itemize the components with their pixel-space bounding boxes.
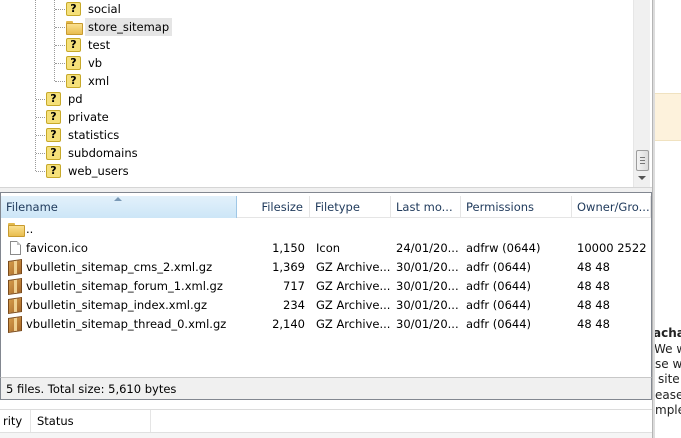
file-list-header: Filename Filesize Filetype Last mo... Pe… [1, 196, 651, 218]
background-text-line: ease [655, 388, 681, 402]
file-permissions: adfr (0644) [466, 317, 532, 331]
file-last-modified: 24/01/20... [396, 241, 458, 255]
file-size: 1,369 [272, 260, 305, 274]
file-permissions: adfr (0644) [466, 298, 532, 312]
remote-directory-tree[interactable]: ? social store_sitemap ? test ? vb ? xml… [0, 0, 652, 187]
unknown-folder-icon: ? [66, 38, 81, 52]
background-text-line: mple [655, 403, 681, 417]
file-last-modified: 30/01/20... [396, 260, 458, 274]
file-owner-group: 48 48 [577, 260, 610, 274]
file-size: 2,140 [272, 317, 305, 331]
file-last-modified: 30/01/20... [396, 279, 458, 293]
file-name: favicon.ico [26, 241, 88, 255]
file-last-modified: 30/01/20... [396, 298, 458, 312]
tree-item-label: statistics [68, 128, 120, 142]
file-size: 234 [283, 298, 305, 312]
background-window: acha We w se w site ease mple [655, 0, 681, 438]
archive-icon [8, 297, 22, 314]
column-header-filetype[interactable]: Filetype [310, 196, 391, 218]
file-name: vbulletin_sitemap_forum_1.xml.gz [26, 279, 223, 293]
file-name: vbulletin_sitemap_thread_0.xml.gz [26, 317, 227, 331]
file-row[interactable]: vbulletin_sitemap_forum_1.xml.gz 717 GZ … [1, 277, 651, 296]
file-name: vbulletin_sitemap_cms_2.xml.gz [26, 260, 213, 274]
unknown-folder-icon: ? [66, 56, 81, 70]
file-type: Icon [316, 241, 341, 255]
tree-item-label: vb [88, 56, 103, 70]
column-header-status[interactable]: Status [31, 410, 151, 433]
tree-item-label: store_sitemap [85, 18, 173, 36]
file-permissions: adfrw (0644) [466, 241, 541, 255]
file-name: vbulletin_sitemap_index.xml.gz [26, 298, 207, 312]
tree-item-label: xml [88, 74, 110, 88]
unknown-folder-icon: ? [46, 110, 61, 124]
file-row[interactable]: vbulletin_sitemap_cms_2.xml.gz 1,369 GZ … [1, 258, 651, 277]
file-type: GZ Archive... [316, 279, 391, 293]
unknown-folder-icon: ? [46, 146, 61, 160]
background-text-line: We w [655, 342, 681, 356]
tree-item-label: social [88, 2, 121, 16]
file-icon [10, 241, 21, 255]
archive-icon [8, 278, 22, 295]
file-owner-group: 48 48 [577, 298, 610, 312]
unknown-folder-icon: ? [66, 74, 81, 88]
unknown-folder-icon: ? [46, 128, 61, 142]
folder-icon [66, 21, 83, 35]
unknown-folder-icon: ? [66, 2, 81, 16]
tree-vertical-scrollbar[interactable] [633, 0, 650, 187]
file-size: 1,150 [272, 241, 305, 255]
file-row[interactable]: favicon.ico 1,150 Icon 24/01/20... adfrw… [1, 239, 651, 258]
file-size: 717 [283, 279, 305, 293]
tree-item-label: web_users [68, 164, 129, 178]
unknown-folder-icon: ? [46, 164, 61, 178]
transfer-queue-area [0, 432, 652, 438]
file-type: GZ Archive... [316, 298, 391, 312]
column-header-last-modified[interactable]: Last mo... [391, 196, 461, 218]
file-permissions: adfr (0644) [466, 260, 532, 274]
scrollbar-thumb[interactable] [636, 150, 649, 171]
unknown-folder-icon: ? [46, 92, 61, 106]
parent-directory-row[interactable]: .. [1, 220, 651, 239]
archive-icon [8, 259, 22, 276]
file-last-modified: 30/01/20... [396, 317, 458, 331]
file-owner-group: 10000 2522 [577, 241, 647, 255]
tree-guide-line [54, 0, 55, 81]
file-owner-group: 48 48 [577, 317, 610, 331]
tree-item-label: private [68, 110, 109, 124]
folder-icon [8, 223, 25, 237]
tree-item-label: subdomains [68, 146, 138, 160]
file-list-status-bar: 5 files. Total size: 5,610 bytes [0, 377, 652, 400]
scroll-down-arrow-icon[interactable] [638, 176, 646, 180]
tree-item-label: pd [68, 92, 83, 106]
transfer-queue-header: rity Status [0, 409, 652, 433]
background-text-line: acha [655, 326, 681, 340]
file-row[interactable]: vbulletin_sitemap_thread_0.xml.gz 2,140 … [1, 315, 651, 334]
sort-ascending-icon [114, 197, 122, 201]
file-name: .. [26, 222, 34, 236]
tree-item-label: test [88, 38, 111, 52]
remote-file-list[interactable]: Filename Filesize Filetype Last mo... Pe… [0, 192, 652, 400]
file-type: GZ Archive... [316, 260, 391, 274]
tree-guide-line [35, 0, 36, 171]
column-header-priority[interactable]: rity [0, 410, 31, 433]
file-row[interactable]: vbulletin_sitemap_index.xml.gz 234 GZ Ar… [1, 296, 651, 315]
column-header-permissions[interactable]: Permissions [461, 196, 572, 218]
background-text-line: site [658, 372, 680, 386]
highlight-band [655, 93, 681, 141]
file-owner-group: 48 48 [577, 279, 610, 293]
column-header-owner-group[interactable]: Owner/Gro... [572, 196, 651, 218]
column-header-filesize[interactable]: Filesize [237, 196, 310, 218]
archive-icon [8, 316, 22, 333]
file-permissions: adfr (0644) [466, 279, 532, 293]
file-type: GZ Archive... [316, 317, 391, 331]
background-text-line: se w [655, 357, 681, 371]
